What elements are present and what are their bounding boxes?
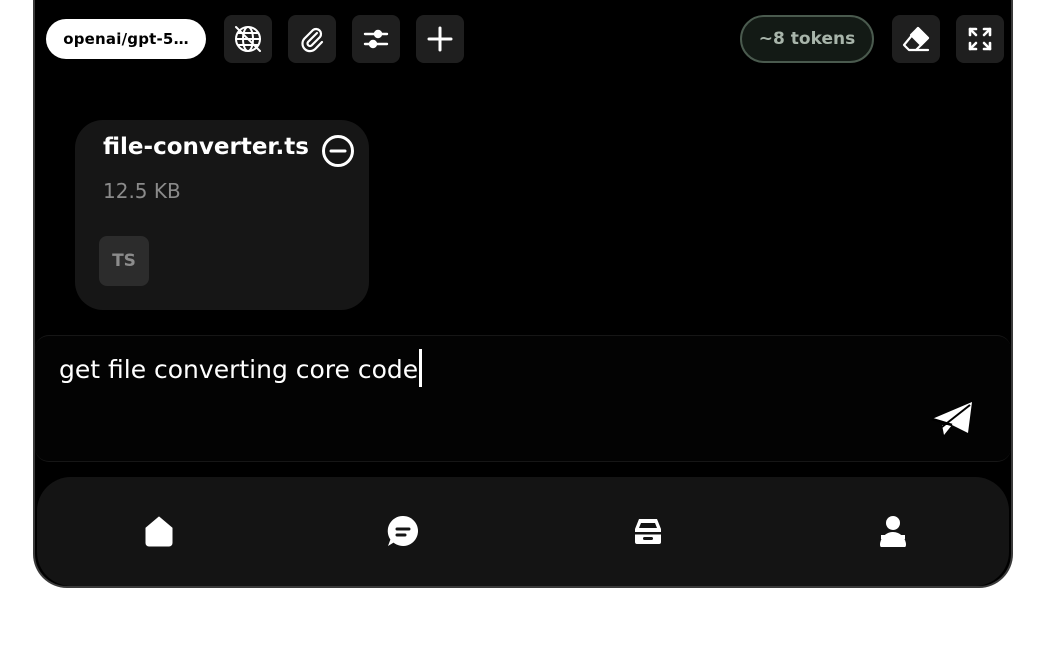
sliders-icon <box>363 29 389 49</box>
nav-car[interactable] <box>630 513 666 549</box>
new-chat-button[interactable] <box>416 15 464 63</box>
token-count-badge: ~8 tokens <box>740 15 874 63</box>
car-icon <box>635 519 661 544</box>
remove-attachment-icon[interactable] <box>321 134 355 168</box>
attachment-filename: file-converter.ts <box>103 134 309 160</box>
message-input-value: get file converting core code <box>59 355 419 384</box>
message-input-area[interactable]: get file converting core code <box>35 335 1011 462</box>
attachment-card: file-converter.ts 12.5 KB TS <box>75 120 369 310</box>
home-icon <box>145 516 173 547</box>
attach-file-button[interactable] <box>288 15 336 63</box>
send-icon[interactable] <box>930 399 974 439</box>
attachment-size: 12.5 KB <box>103 179 181 203</box>
paperclip-icon <box>301 27 324 53</box>
message-input[interactable]: get file converting core code <box>59 349 423 387</box>
eraser-icon <box>902 26 930 52</box>
text-caret <box>419 349 423 387</box>
expand-icon <box>968 27 992 51</box>
chat-icon <box>387 515 419 546</box>
toolbar: openai/gpt-5… ~8 tokens <box>35 0 1011 80</box>
fullscreen-button[interactable] <box>956 15 1004 63</box>
plus-icon <box>427 26 453 52</box>
nav-profile[interactable] <box>875 513 911 549</box>
file-type-badge: TS <box>99 236 149 286</box>
model-selector[interactable]: openai/gpt-5… <box>46 19 206 59</box>
clear-button[interactable] <box>892 15 940 63</box>
globe-off-icon <box>235 26 261 52</box>
app-window: openai/gpt-5… ~8 tokens file-converter.t… <box>33 0 1013 588</box>
nav-chat[interactable] <box>385 513 421 549</box>
web-search-toggle-button[interactable] <box>224 15 272 63</box>
settings-sliders-button[interactable] <box>352 15 400 63</box>
nav-home[interactable] <box>141 513 177 549</box>
profile-icon <box>880 516 906 547</box>
bottom-nav <box>37 477 1009 586</box>
